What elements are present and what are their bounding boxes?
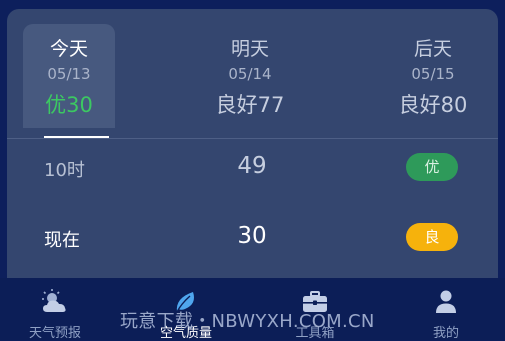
day-tabs: 今天 05/13 优30 明天 05/14 良好77 后天 05/15 良好80 (7, 9, 498, 131)
air-quality-card: 今天 05/13 优30 明天 05/14 良好77 后天 05/15 良好80… (7, 9, 498, 309)
day-date: 05/15 (411, 65, 455, 83)
tab-day-after-tomorrow[interactable]: 后天 05/15 良好80 (387, 24, 479, 128)
aqi-value: 49 (237, 153, 267, 179)
aqi-level-badge: 良 (406, 223, 458, 251)
tab-today[interactable]: 今天 05/13 优30 (23, 24, 115, 128)
hour-label: 10时 (44, 160, 85, 181)
nav-label: 天气预报 (28, 326, 81, 341)
day-aqi: 良好80 (398, 93, 468, 117)
day-aqi: 良好77 (215, 93, 285, 117)
aqi-level-badge: 优 (406, 153, 458, 181)
watermark: 玩意下载・NBWYXH.COM.CN (120, 311, 375, 332)
hourly-row: 10时 49 优 (7, 148, 498, 188)
nav-weather-forecast[interactable]: 天气预报 (0, 278, 110, 341)
nav-label: 我的 (432, 326, 459, 341)
cloud-sun-icon (40, 288, 70, 316)
divider (7, 138, 498, 139)
day-name: 后天 (413, 38, 452, 60)
aqi-value: 30 (237, 223, 267, 249)
day-name: 明天 (230, 38, 269, 60)
user-icon (431, 288, 461, 316)
hour-label: 现在 (44, 230, 80, 251)
nav-mine[interactable]: 我的 (391, 278, 501, 341)
day-date: 05/14 (228, 65, 272, 83)
day-aqi: 优30 (45, 93, 93, 117)
day-date: 05/13 (47, 65, 91, 83)
day-name: 今天 (49, 38, 88, 60)
hourly-row-now: 现在 30 良 (7, 218, 498, 258)
tab-tomorrow[interactable]: 明天 05/14 良好77 (204, 24, 296, 128)
